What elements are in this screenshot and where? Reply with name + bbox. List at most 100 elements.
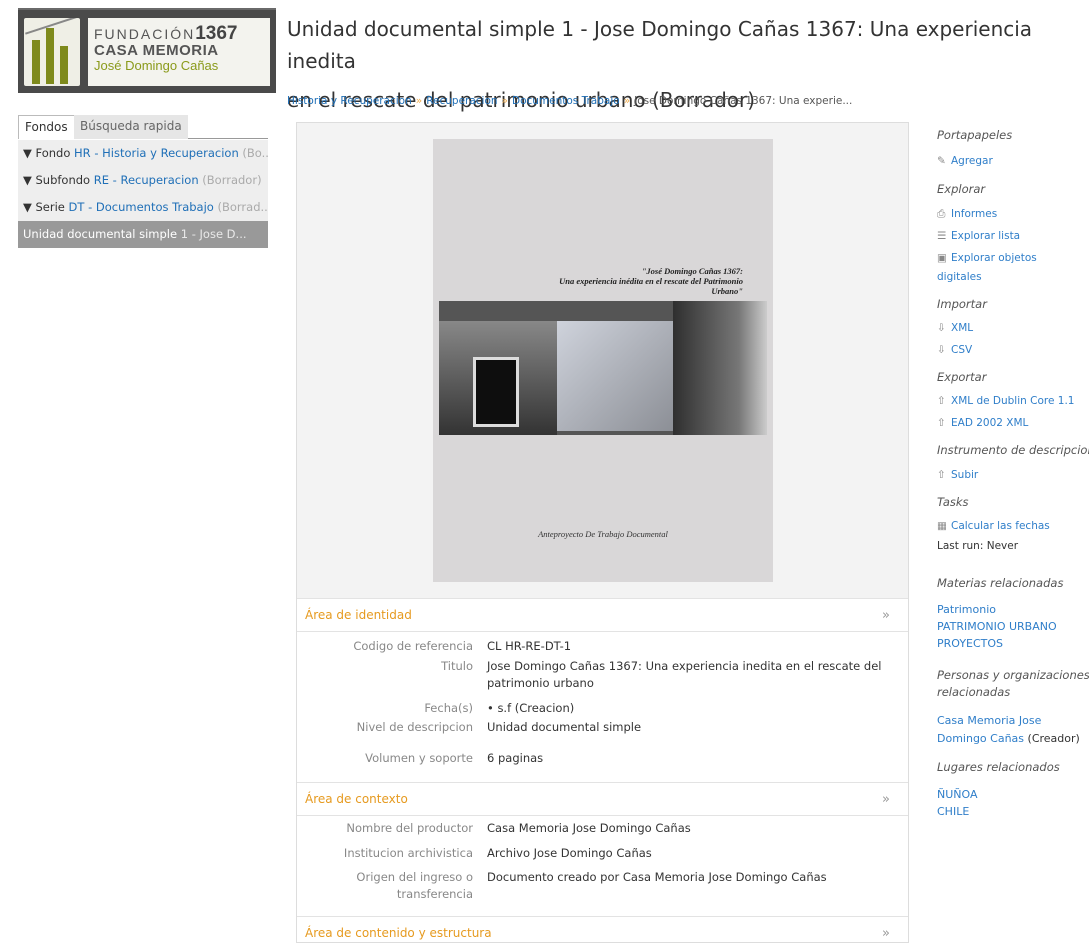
- link-label: Informes: [951, 208, 998, 220]
- tree-node-link[interactable]: RE - Recuperacion: [94, 173, 199, 187]
- breadcrumb-current: Jose Domingo Cañas 1367: Una experie...: [634, 95, 853, 107]
- link-label: CSV: [951, 344, 973, 356]
- sidebar-tabs: Fondos Búsqueda rapida: [18, 115, 268, 139]
- tree-node-current[interactable]: Unidad documental simple 1 - Jose D...: [18, 221, 268, 248]
- link-label: EAD 2002 XML: [951, 417, 1029, 429]
- explorar-objetos-link[interactable]: ▣ Explorar objetos: [937, 252, 1037, 264]
- section-body-identidad: Codigo de referencia CL HR-RE-DT-1 Titulo…: [297, 632, 908, 782]
- download-icon: ⇩: [937, 322, 946, 334]
- materia-link[interactable]: Patrimonio: [937, 603, 996, 616]
- field-value: Documento creado por Casa Memoria Jose D…: [487, 870, 827, 884]
- persona-link-cont[interactable]: Domingo Cañas (Creador): [937, 732, 1080, 745]
- institucion-link[interactable]: Archivo Jose Domingo Cañas: [487, 845, 887, 862]
- import-csv-link[interactable]: ⇩ CSV: [937, 344, 972, 356]
- informes-link[interactable]: ⎙ Informes: [937, 208, 997, 221]
- preview-caption: Anteproyecto De Trabajo Documental: [538, 529, 668, 539]
- breadcrumb-item[interactable]: Recuperacion: [426, 95, 497, 107]
- import-xml-link[interactable]: ⇩ XML: [937, 322, 973, 334]
- materia-link[interactable]: PATRIMONIO URBANO: [937, 620, 1057, 633]
- materia-link[interactable]: PROYECTOS: [937, 637, 1003, 650]
- link-label: Explorar objetos: [951, 252, 1037, 264]
- tab-fondos[interactable]: Fondos: [18, 115, 75, 139]
- calendar-icon: ▦: [937, 520, 947, 532]
- printer-icon: ⎙: [937, 208, 946, 220]
- tree-node-fondo[interactable]: ▼ Fondo HR - Historia y Recuperacion (Bo…: [18, 140, 268, 167]
- section-header-contexto[interactable]: Área de contexto »: [297, 782, 908, 816]
- chevron-right-icon[interactable]: »: [882, 783, 890, 816]
- tree-node-prefix: ▼ Serie: [23, 200, 69, 214]
- calcular-fechas-link[interactable]: ▦ Calcular las fechas: [937, 520, 1050, 532]
- field-label: Nombre del productor: [346, 821, 473, 835]
- link-label: Calcular las fechas: [951, 520, 1050, 532]
- page-title-line1: Unidad documental simple 1 - Jose Doming…: [287, 17, 1033, 73]
- preview-photo-collage: [439, 301, 767, 435]
- list-icon: ☰: [937, 230, 947, 242]
- breadcrumb-item[interactable]: Historia y Recuperacion: [287, 95, 412, 107]
- heading-materias: Materias relacionadas: [937, 576, 1064, 590]
- logo-text: FUNDACIÓN1367 CASA MEMORIA José Domingo …: [88, 17, 270, 86]
- link-label: XML de Dublin Core 1.1: [951, 395, 1075, 407]
- field-label: Volumen y soporte: [365, 751, 473, 765]
- upload-icon: ⇧: [937, 469, 946, 481]
- site-logo[interactable]: FUNDACIÓN1367 CASA MEMORIA José Domingo …: [18, 8, 276, 93]
- tree-node-prefix: ▼ Fondo: [23, 146, 75, 160]
- persona-link[interactable]: Casa Memoria Jose: [937, 714, 1041, 727]
- tab-busqueda-rapida[interactable]: Búsqueda rapida: [74, 115, 188, 139]
- heading-exportar: Exportar: [937, 370, 987, 384]
- digital-object-preview[interactable]: "José Domingo Cañas 1367: Una experienci…: [433, 139, 773, 582]
- logo-mark-icon: [24, 17, 80, 86]
- link-label: XML: [951, 322, 974, 334]
- field-label: Titulo: [441, 659, 473, 673]
- chevron-right-icon[interactable]: »: [882, 599, 890, 632]
- tree-node-prefix: ▼ Subfondo: [23, 173, 94, 187]
- logo-line1: FUNDACIÓN: [94, 25, 196, 42]
- field-label: Fecha(s): [424, 701, 473, 715]
- image-icon: ▣: [937, 252, 947, 264]
- heading-importar: Importar: [937, 297, 987, 311]
- subir-link[interactable]: ⇧ Subir: [937, 469, 978, 481]
- tree-node-link[interactable]: 1 - Jose D...: [181, 227, 247, 241]
- breadcrumb-separator-icon: »: [501, 95, 508, 107]
- heading-instrumento: Instrumento de descripcion: [937, 443, 1089, 457]
- heading-explorar: Explorar: [937, 182, 986, 196]
- field-value: CL HR-RE-DT-1: [487, 639, 572, 653]
- chevron-right-icon[interactable]: »: [882, 917, 890, 942]
- preview-quote: "José Domingo Cañas 1367: Una experienci…: [513, 266, 743, 296]
- paperclip-icon: ✎: [937, 155, 946, 167]
- productor-link[interactable]: Casa Memoria Jose Domingo Cañas: [487, 820, 887, 837]
- section-header-identidad[interactable]: Área de identidad »: [297, 598, 908, 632]
- explorar-objetos-link-cont[interactable]: digitales: [937, 271, 982, 283]
- download-icon: ⇩: [937, 344, 946, 356]
- tree-node-status: (Borrador): [198, 173, 262, 187]
- logo-number: 1367: [195, 22, 238, 44]
- last-run-text: Last run: Never: [937, 540, 1019, 552]
- export-dublin-core-link[interactable]: ⇧ XML de Dublin Core 1.1: [937, 395, 1074, 407]
- agregar-link[interactable]: ✎ Agregar: [937, 155, 993, 167]
- heading-portapapeles: Portapapeles: [937, 128, 1013, 142]
- tree-node-status: (Borrad...: [213, 200, 268, 214]
- tree-node-status: (Bo...: [242, 146, 268, 160]
- lugar-link[interactable]: ÑUÑOA: [937, 788, 978, 801]
- export-ead-link[interactable]: ⇧ EAD 2002 XML: [937, 417, 1028, 429]
- tree-node-subfondo[interactable]: ▼ Subfondo RE - Recuperacion (Borrador): [18, 167, 268, 194]
- explorar-lista-link[interactable]: ☰ Explorar lista: [937, 230, 1020, 242]
- section-header-contenido[interactable]: Área de contenido y estructura »: [297, 916, 908, 942]
- breadcrumb-item[interactable]: Documentos Trabajo: [512, 95, 620, 107]
- main-content: "José Domingo Cañas 1367: Una experienci…: [296, 122, 909, 943]
- breadcrumb: Historia y Recuperacion» Recuperacion» Doc…: [287, 95, 852, 107]
- section-title: Área de contenido y estructura: [305, 926, 492, 940]
- link-label: Agregar: [951, 155, 993, 167]
- field-label: Institucion archivistica: [343, 846, 473, 860]
- field-label: Origen del ingreso o transferencia: [356, 870, 473, 901]
- tree-node-serie[interactable]: ▼ Serie DT - Documentos Trabajo (Borrad.…: [18, 194, 268, 221]
- breadcrumb-separator-icon: »: [415, 95, 423, 107]
- upload-icon: ⇧: [937, 395, 946, 407]
- tree-node-link[interactable]: HR - Historia y Recuperacion: [74, 146, 239, 160]
- persona-role: (Creador): [1024, 732, 1080, 745]
- lugar-link[interactable]: CHILE: [937, 805, 969, 818]
- preview-quote-line: Una experiencia inédita en el rescate de…: [559, 276, 743, 286]
- tree-node-link[interactable]: DT - Documentos Trabajo: [69, 200, 214, 214]
- heading-tasks: Tasks: [937, 495, 969, 509]
- upload-icon: ⇧: [937, 417, 946, 429]
- heading-personas: Personas y organizaciones: [937, 668, 1089, 682]
